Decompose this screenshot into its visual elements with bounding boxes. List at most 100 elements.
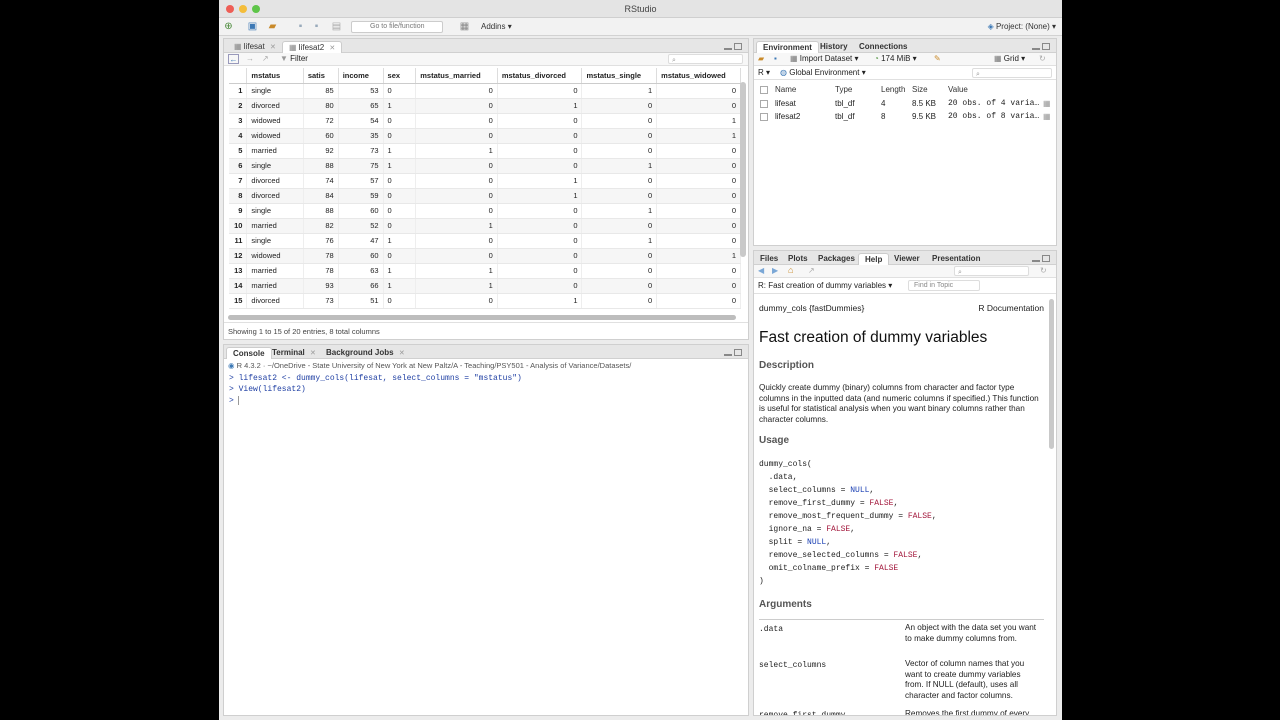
popout-icon[interactable]: ↗	[808, 266, 815, 275]
tab-label: Background Jobs	[326, 348, 394, 357]
table-cell: 0	[497, 233, 583, 249]
back-arrow-icon[interactable]: ◀	[758, 266, 764, 275]
maximize-pane-icon[interactable]	[1042, 255, 1050, 262]
project-menu[interactable]: ◈ Project: (None) ▾	[988, 22, 1056, 31]
col-header-mstatus[interactable]: mstatus	[246, 68, 304, 84]
col-header-mstatus-married[interactable]: mstatus_married	[415, 68, 498, 84]
view-data-icon[interactable]: ▦	[1043, 99, 1051, 108]
source-pane-controls[interactable]	[722, 43, 744, 51]
minimize-pane-icon[interactable]	[724, 354, 732, 356]
env-row-checkbox[interactable]	[760, 113, 768, 121]
col-header-income[interactable]: income	[338, 68, 384, 84]
filter-button[interactable]: ▼ Filter	[280, 54, 308, 63]
save-all-icon[interactable]: ▪	[311, 21, 322, 32]
back-arrow-icon[interactable]: ←	[228, 54, 239, 64]
tab-viewer[interactable]: Viewer	[888, 253, 926, 265]
col-header-mstatus-divorced[interactable]: mstatus_divorced	[497, 68, 583, 84]
table-row: 3 widowed 72 54 0 0 0 0 1	[229, 113, 741, 129]
env-col-length[interactable]: Length	[881, 85, 905, 94]
tab-lifesat[interactable]: ▦ lifesat ✕	[228, 41, 282, 53]
minimize-pane-icon[interactable]	[724, 48, 732, 50]
tab-environment[interactable]: Environment	[756, 41, 819, 53]
col-header-satis[interactable]: satis	[303, 68, 339, 84]
table-cell: 60	[338, 248, 384, 264]
console-pane-controls[interactable]	[722, 349, 744, 357]
help-topic-label: R: Fast creation of dummy variables	[758, 281, 887, 290]
maximize-pane-icon[interactable]	[734, 43, 742, 50]
goto-file-input[interactable]: Go to file/function	[351, 21, 443, 33]
rstudio-window: RStudio ⊕ ▣ ▰ ▪ ▪ ▤ Go to file/function …	[219, 0, 1062, 720]
maximize-pane-icon[interactable]	[1042, 43, 1050, 50]
tab-background-jobs[interactable]: Background Jobs ✕	[320, 347, 411, 359]
help-scrollbar[interactable]	[1049, 299, 1054, 449]
col-header-mstatus-widowed[interactable]: mstatus_widowed	[656, 68, 741, 84]
close-icon[interactable]: ✕	[329, 45, 335, 52]
env-row[interactable]: lifesat tbl_df 4 8.5 KB 20 obs. of 4 varia… ▦	[759, 99, 1055, 111]
tab-plots[interactable]: Plots	[782, 253, 814, 265]
env-col-size[interactable]: Size	[912, 85, 928, 94]
broom-icon[interactable]: ✎	[934, 54, 941, 63]
close-icon[interactable]: ✕	[270, 44, 276, 51]
memory-usage[interactable]: ◔ 174 MiB ▾	[874, 54, 917, 63]
environment-scope-menu[interactable]: ◍ Global Environment ▾	[780, 68, 866, 77]
env-row-checkbox[interactable]	[760, 100, 768, 108]
table-cell: 0	[383, 188, 417, 204]
col-header-sex[interactable]: sex	[383, 68, 417, 84]
tab-lifesat2[interactable]: ▦ lifesat2 ✕	[282, 41, 343, 53]
save-workspace-icon[interactable]: ▪	[774, 54, 777, 63]
table-cell: single	[246, 158, 304, 174]
env-col-value[interactable]: Value	[948, 85, 968, 94]
help-topic-bar: R: Fast creation of dummy variables ▾ Fi…	[754, 279, 1056, 294]
table-row: 14 married 93 66 1 1 0 0 0	[229, 278, 741, 294]
view-mode-menu[interactable]: ▦ Grid ▾	[994, 54, 1025, 63]
env-col-name[interactable]: Name	[775, 85, 796, 94]
tab-terminal[interactable]: Terminal ✕	[266, 347, 322, 359]
forward-arrow-icon[interactable]: →	[246, 54, 254, 63]
close-icon[interactable]: ✕	[310, 350, 316, 357]
language-menu[interactable]: R ▾	[758, 68, 770, 77]
select-all-checkbox[interactable]	[760, 86, 768, 94]
help-search-input[interactable]: ⌕	[954, 266, 1029, 276]
tab-presentation[interactable]: Presentation	[926, 253, 986, 265]
close-icon[interactable]: ✕	[399, 350, 405, 357]
env-cell: lifesat2	[775, 112, 801, 121]
vertical-scrollbar[interactable]	[740, 82, 746, 257]
minimize-pane-icon[interactable]	[1032, 48, 1040, 50]
addins-menu[interactable]: Addins ▾	[481, 22, 512, 31]
refresh-icon[interactable]: ↻	[1039, 54, 1046, 63]
print-icon[interactable]: ▤	[331, 21, 342, 32]
env-row[interactable]: lifesat2 tbl_df 8 9.5 KB 20 obs. of 8 varia……	[759, 112, 1055, 124]
home-icon[interactable]: ⌂	[788, 265, 793, 275]
refresh-icon[interactable]: ↻	[1040, 266, 1047, 275]
tab-connections[interactable]: Connections	[853, 41, 913, 53]
env-search-input[interactable]: ⌕	[972, 68, 1052, 78]
maximize-pane-icon[interactable]	[734, 349, 742, 356]
forward-arrow-icon[interactable]: ▶	[772, 266, 778, 275]
console-prompt[interactable]: >	[229, 396, 239, 406]
env-col-type[interactable]: Type	[835, 85, 852, 94]
env-pane-controls[interactable]	[1030, 43, 1052, 51]
minimize-pane-icon[interactable]	[1032, 260, 1040, 262]
table-cell: married	[246, 278, 304, 294]
tab-history[interactable]: History	[814, 41, 854, 53]
open-file-icon[interactable]: ▰	[267, 21, 278, 32]
new-file-icon[interactable]: ⊕	[223, 21, 234, 32]
help-pane-controls[interactable]	[1030, 255, 1052, 263]
import-dataset-menu[interactable]: ▦ Import Dataset ▾	[790, 54, 859, 63]
tab-help[interactable]: Help	[858, 253, 890, 265]
save-icon[interactable]: ▪	[295, 21, 306, 32]
tab-files[interactable]: Files	[754, 253, 784, 265]
col-header-mstatus-single[interactable]: mstatus_single	[581, 68, 658, 84]
tab-packages[interactable]: Packages	[812, 253, 861, 265]
find-in-topic-input[interactable]: Find in Topic	[908, 280, 980, 291]
view-data-icon[interactable]: ▦	[1043, 112, 1051, 121]
table-cell: single	[246, 203, 304, 219]
horizontal-scrollbar[interactable]	[228, 315, 736, 320]
tab-console[interactable]: Console	[226, 347, 272, 359]
viewer-search-input[interactable]: ⌕	[668, 54, 743, 64]
workspace-panes-icon[interactable]: ▦	[459, 21, 470, 32]
popout-icon[interactable]: ↗	[262, 54, 269, 63]
new-project-icon[interactable]: ▣	[247, 21, 258, 32]
help-topic-menu[interactable]: R: Fast creation of dummy variables ▾	[758, 281, 892, 290]
open-workspace-icon[interactable]: ▰	[758, 54, 764, 63]
